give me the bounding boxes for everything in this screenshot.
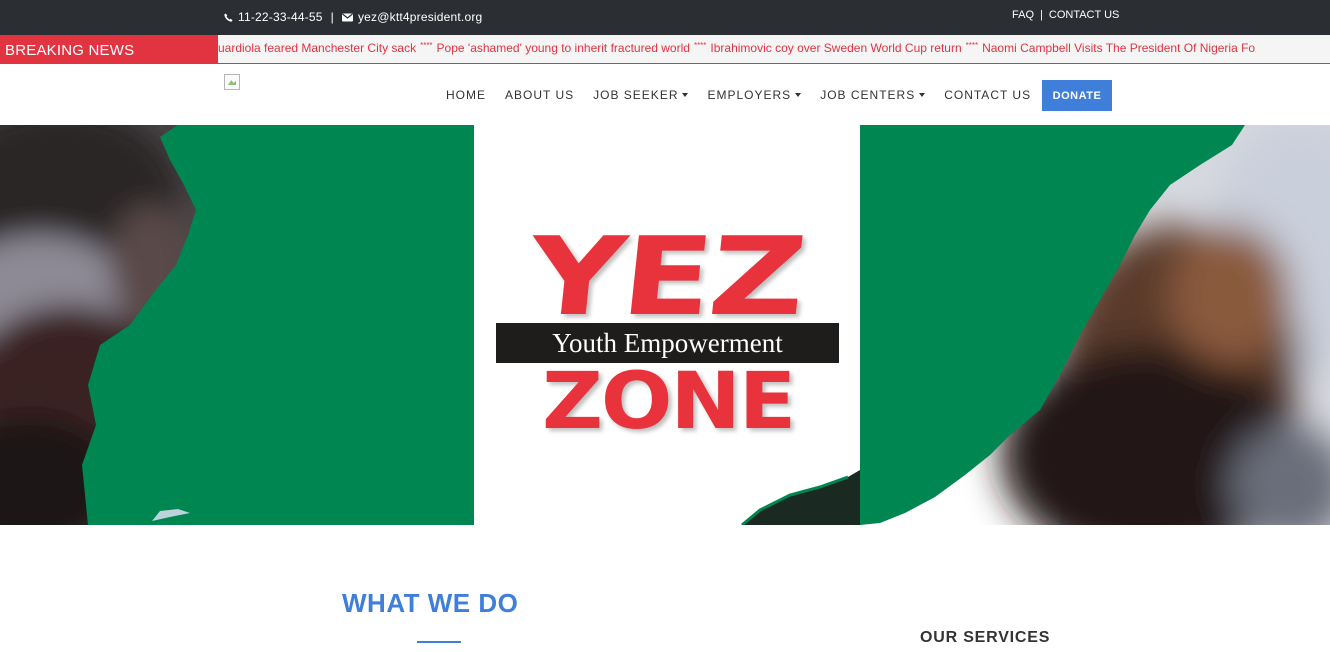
ticker-track: uardiola feared Manchester City sack ****… [218, 41, 1255, 55]
hero-banner: YEZ Youth Empowerment ZONE [0, 125, 1330, 525]
top-contact-link[interactable]: CONTACT US [1049, 9, 1120, 21]
nav-item-home[interactable]: HOME [446, 88, 486, 102]
broken-image-icon[interactable] [224, 74, 240, 90]
nav-item-about-us[interactable]: ABOUT US [505, 88, 574, 102]
faq-link[interactable]: FAQ [1012, 9, 1034, 21]
news-ticker: uardiola feared Manchester City sack ****… [218, 35, 1330, 64]
nav-item-label: JOB CENTERS [820, 88, 916, 102]
top-bar: 11-22-33-44-55 | yez@ktt4president.org F… [0, 0, 1330, 35]
phone-number[interactable]: 11-22-33-44-55 [238, 10, 323, 24]
contact-divider: | [330, 10, 334, 24]
news-item[interactable]: uardiola feared Manchester City sack [218, 41, 416, 55]
nav-menu: HOME ABOUT US JOB SEEKER EMPLOYERS JOB C… [446, 88, 1031, 102]
logo-zone-text: ZONE [542, 357, 796, 447]
nav-item-label: HOME [446, 88, 486, 102]
what-we-do-title: WHAT WE DO [342, 588, 519, 618]
caret-down-icon [682, 93, 689, 97]
contact-info: 11-22-33-44-55 | yez@ktt4president.org [224, 10, 482, 24]
nav-item-job-seeker[interactable]: JOB SEEKER [593, 88, 689, 102]
nav-item-label: EMPLOYERS [707, 88, 792, 102]
links-divider: | [1040, 9, 1043, 21]
news-item[interactable]: Naomi Campbell Visits The President Of N… [982, 41, 1255, 55]
donate-button[interactable]: DONATE [1042, 80, 1112, 111]
phone-icon [224, 12, 233, 22]
news-separator: **** [420, 41, 433, 50]
nav-item-job-centers[interactable]: JOB CENTERS [820, 88, 926, 102]
news-separator: **** [965, 41, 979, 50]
caret-down-icon [919, 93, 926, 97]
nav-item-label: CONTACT US [944, 88, 1032, 102]
nav-item-label: ABOUT US [505, 88, 575, 102]
email-address[interactable]: yez@ktt4president.org [358, 10, 482, 24]
logo-yez-text: YEZ [522, 215, 810, 340]
news-item[interactable]: Ibrahimovic coy over Sweden World Cup re… [710, 41, 961, 55]
our-services-title: OUR SERVICES [920, 629, 1051, 646]
nav-item-label: JOB SEEKER [593, 88, 679, 102]
envelope-icon [341, 13, 353, 21]
main-navigation: HOME ABOUT US JOB SEEKER EMPLOYERS JOB C… [0, 64, 1330, 125]
caret-down-icon [795, 93, 802, 97]
nav-item-contact-us[interactable]: CONTACT US [944, 88, 1031, 102]
news-item[interactable]: Pope 'ashamed' young to inherit fracture… [437, 41, 690, 55]
news-separator: **** [693, 41, 707, 50]
breaking-news-label: BREAKING NEWS [0, 35, 218, 64]
top-links: FAQ | CONTACT US [1012, 9, 1119, 21]
yez-logo: YEZ Youth Empowerment ZONE [496, 215, 839, 525]
breaking-news-bar: BREAKING NEWS uardiola feared Manchester… [0, 35, 1330, 64]
title-underline [417, 641, 461, 643]
nav-item-employers[interactable]: EMPLOYERS [707, 88, 802, 102]
